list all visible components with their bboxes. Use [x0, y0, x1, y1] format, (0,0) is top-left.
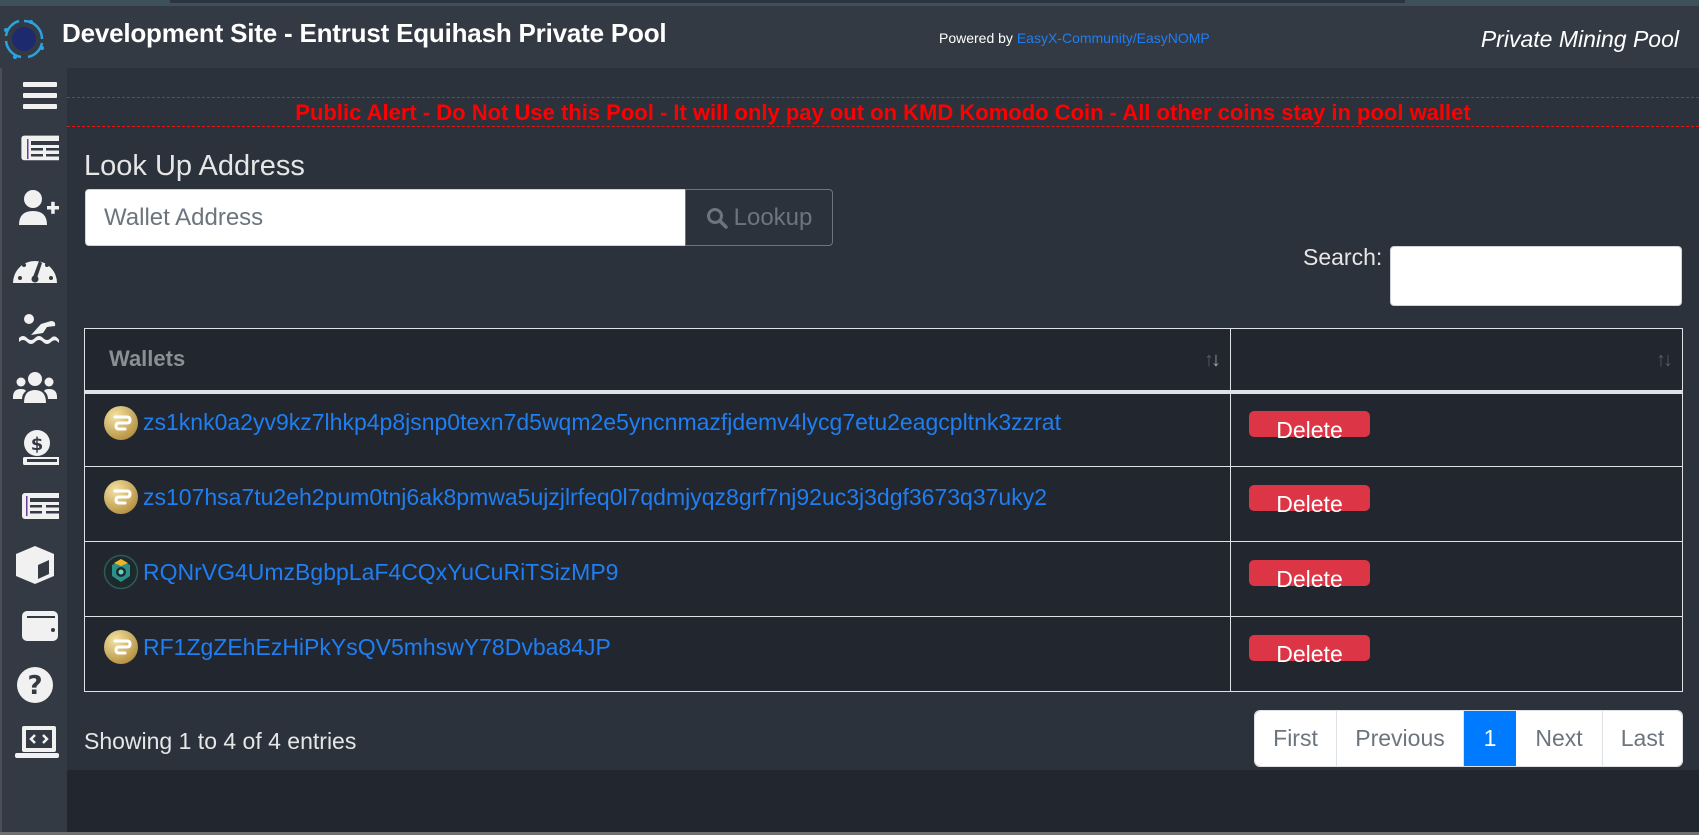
wallet-address-link[interactable]: zs1knk0a2yv9kz7lhkp4p8jsnp0texn7d5wqm2e5… — [143, 409, 1061, 436]
public-alert-banner: Public Alert - Do Not Use this Pool - It… — [67, 97, 1699, 127]
sidebar-item-dashboard[interactable] — [2, 244, 67, 294]
table-search-input[interactable] — [1390, 246, 1682, 306]
action-cell: Delete — [1230, 541, 1683, 617]
pagination-first[interactable]: First — [1255, 711, 1337, 766]
sidebar-item-register[interactable] — [2, 184, 67, 234]
hand-holding-dollar-icon: $ — [22, 430, 59, 465]
laptop-code-icon — [14, 726, 59, 758]
lookup-title: Look Up Address — [84, 150, 305, 182]
swimmer-icon — [18, 314, 59, 344]
powered-by: Powered by EasyX-Community/EasyNOMP — [939, 30, 1210, 46]
wallets-table: Wallets ↑↓ ↑↓ zs1knk0a2yv9kz7lhkp4p8jsnp… — [84, 328, 1683, 692]
wallet-address-input[interactable] — [85, 189, 685, 246]
column-header-actions[interactable]: ↑↓ — [1230, 328, 1683, 394]
site-title: Development Site - Entrust Equihash Priv… — [62, 18, 667, 48]
pagination-next[interactable]: Next — [1516, 711, 1603, 766]
search-label: Search: — [1303, 244, 1383, 270]
wallet-address-link[interactable]: RQNrVG4UmzBgbpLaF4CQxYuCuRiTSizMP9 — [143, 559, 618, 586]
column-header-wallets[interactable]: Wallets ↑↓ — [84, 328, 1231, 394]
gold-coin-icon — [104, 480, 138, 514]
sidebar-item-blocks-news[interactable] — [2, 482, 67, 532]
hamburger-menu-icon — [22, 82, 57, 109]
sidebar-item-menu[interactable] — [2, 70, 67, 120]
cube-icon — [15, 546, 54, 584]
pagination: First Previous 1 Next Last — [1254, 710, 1683, 767]
column-header-label: Wallets — [109, 346, 186, 372]
lookup-button-label: Lookup — [733, 203, 813, 231]
komodo-coin-icon — [103, 554, 139, 590]
question-circle-icon: ? — [16, 667, 53, 703]
table-row: RQNrVG4UmzBgbpLaF4CQxYuCuRiTSizMP9 Delet… — [84, 541, 1683, 617]
gold-coin-icon — [104, 405, 138, 440]
pagination-last[interactable]: Last — [1603, 711, 1682, 766]
lookup-button[interactable]: Lookup — [685, 189, 833, 246]
table-header-row: Wallets ↑↓ ↑↓ — [84, 328, 1683, 394]
wallet-cell: RQNrVG4UmzBgbpLaF4CQxYuCuRiTSizMP9 — [84, 541, 1231, 617]
users-icon — [12, 372, 57, 403]
delete-button[interactable]: Delete — [1249, 560, 1370, 592]
sidebar: $ ? — [0, 68, 67, 835]
sidebar-item-help[interactable]: ? — [2, 660, 67, 710]
sort-icon: ↑↓ — [1656, 349, 1673, 371]
wallet-cell: zs1knk0a2yv9kz7lhkp4p8jsnp0texn7d5wqm2e5… — [84, 391, 1231, 467]
sidebar-item-blocks[interactable] — [2, 540, 67, 590]
table-row: zs107hsa7tu2eh2pum0tnj6ak8pmwa5ujzjlrfeq… — [84, 466, 1683, 542]
delete-button[interactable]: Delete — [1249, 485, 1370, 517]
sidebar-item-miners[interactable] — [2, 364, 67, 414]
sidebar-item-wallet[interactable] — [2, 600, 67, 650]
pool-logo-icon — [4, 19, 44, 59]
easynomp-link[interactable]: EasyX-Community/EasyNOMP — [1017, 30, 1210, 46]
delete-button[interactable]: Delete — [1249, 410, 1370, 443]
sidebar-item-news[interactable] — [2, 125, 67, 175]
newspaper-icon — [21, 493, 59, 519]
svg-text:?: ? — [27, 671, 42, 701]
main-content: Public Alert - Do Not Use this Pool - It… — [67, 68, 1699, 770]
svg-text:$: $ — [30, 434, 43, 455]
sidebar-item-pools[interactable] — [2, 304, 67, 354]
header: Development Site - Entrust Equihash Priv… — [0, 6, 1699, 68]
gold-coin-icon — [104, 630, 138, 664]
sidebar-item-payments[interactable]: $ — [2, 424, 67, 474]
action-cell: Delete — [1230, 391, 1683, 467]
user-plus-icon — [18, 190, 59, 225]
lookup-address-group: Lookup — [85, 189, 850, 246]
table-row: RF1ZgZEhEzHiPkYsQV5mhswY78Dvba84JP Delet… — [84, 616, 1683, 692]
wallet-cell: RF1ZgZEhEzHiPkYsQV5mhswY78Dvba84JP — [84, 616, 1231, 692]
tachometer-icon — [12, 257, 57, 283]
wallet-address-link[interactable]: zs107hsa7tu2eh2pum0tnj6ak8pmwa5ujzjlrfeq… — [143, 484, 1047, 511]
wallet-address-link[interactable]: RF1ZgZEhEzHiPkYsQV5mhswY78Dvba84JP — [143, 634, 611, 661]
delete-button[interactable]: Delete — [1249, 635, 1370, 667]
powered-by-label: Powered by — [939, 30, 1017, 46]
wallet-cell: zs107hsa7tu2eh2pum0tnj6ak8pmwa5ujzjlrfeq… — [84, 466, 1231, 542]
wallet-icon — [21, 611, 58, 641]
sidebar-item-api[interactable] — [2, 718, 67, 768]
action-cell: Delete — [1230, 616, 1683, 692]
tagline: Private Mining Pool — [1480, 26, 1679, 52]
sort-icon: ↑↓ — [1204, 349, 1221, 371]
table-info: Showing 1 to 4 of 4 entries — [84, 728, 357, 754]
search-icon — [706, 207, 728, 229]
pagination-previous[interactable]: Previous — [1337, 711, 1464, 766]
newspaper-icon — [20, 135, 59, 161]
pagination-page-1[interactable]: 1 — [1464, 711, 1516, 766]
table-row: zs1knk0a2yv9kz7lhkp4p8jsnp0texn7d5wqm2e5… — [84, 391, 1683, 467]
action-cell: Delete — [1230, 466, 1683, 542]
